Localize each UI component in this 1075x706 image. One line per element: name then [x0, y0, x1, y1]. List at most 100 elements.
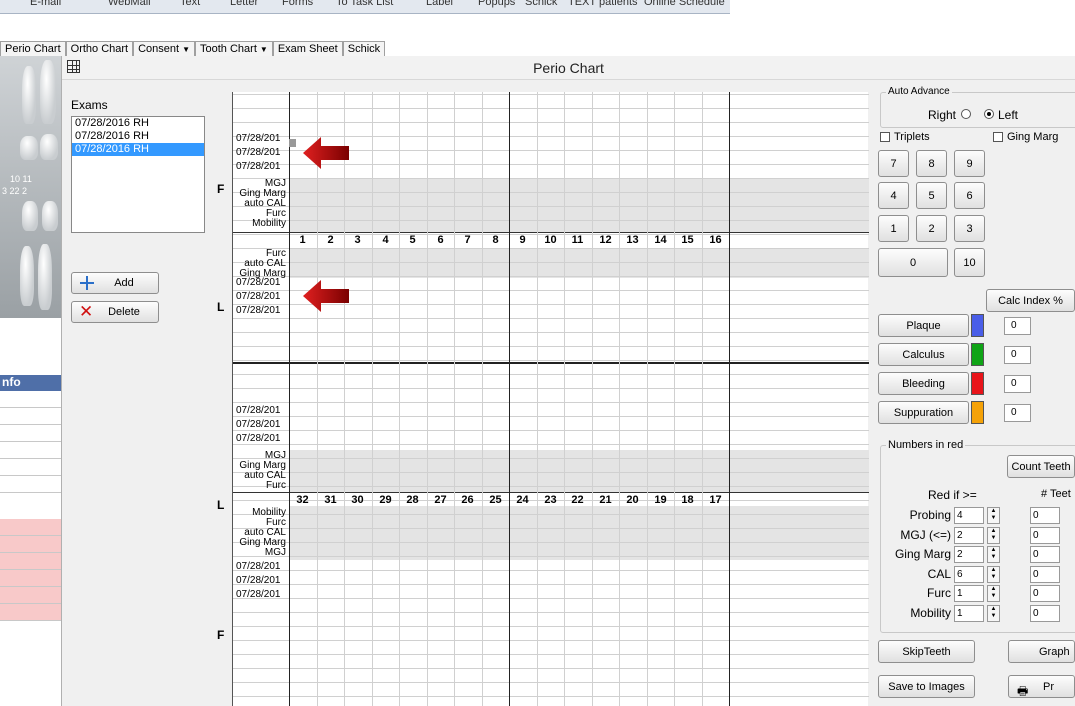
chevron-down-icon: ▼: [182, 45, 191, 54]
teeth-count-value: 0: [1030, 526, 1060, 544]
threshold-input[interactable]: 1: [954, 585, 984, 602]
keypad-button-1[interactable]: 1: [878, 215, 909, 242]
window-title: Perio Chart: [533, 60, 604, 76]
threshold-input[interactable]: 2: [954, 526, 984, 544]
tab-tooth-chart[interactable]: Tooth Chart ▼: [195, 41, 273, 56]
window-titlebar: Perio Chart: [62, 56, 1075, 80]
keypad-button-2[interactable]: 2: [916, 215, 947, 242]
tooth-icon: [20, 136, 38, 160]
left-radio[interactable]: [984, 109, 994, 119]
exam-item[interactable]: 07/28/2016 RH: [72, 130, 204, 143]
tooth-column-line: [564, 92, 565, 706]
count-teeth-button[interactable]: Count Teeth: [1007, 455, 1075, 478]
grid-row-line: [233, 332, 869, 333]
perio-chart-grid[interactable]: 1 2 3 4 5 6 7 8 9 10 11 12 13 14 15 16 32 31 30 29 28 27 26 25 2…: [232, 92, 869, 706]
tab-exam-sheet[interactable]: Exam Sheet: [272, 41, 343, 56]
add-exam-button[interactable]: Add: [71, 272, 159, 294]
index-button-suppuration[interactable]: Suppuration: [878, 401, 969, 424]
delete-exam-button[interactable]: ✕ Delete: [71, 301, 159, 323]
info-row: [0, 391, 61, 408]
tooth-column-line: [344, 92, 345, 706]
toolbar-forms[interactable]: Forms: [282, 0, 313, 8]
exam-item[interactable]: 07/28/2016 RH: [72, 143, 204, 156]
toolbar-online-schedule[interactable]: Online Schedule: [644, 0, 725, 8]
spinner-arrows-icon[interactable]: ▲ ▼: [987, 585, 1000, 602]
index-label: Suppuration: [893, 406, 954, 419]
toolbar-label[interactable]: Label: [426, 0, 453, 8]
ging-marg-checkbox[interactable]: [993, 132, 1003, 142]
grid-row-line: [233, 430, 869, 431]
tooth-column-line: [317, 92, 318, 706]
skip-teeth-button[interactable]: SkipTeeth: [878, 640, 975, 663]
keypad-button-4[interactable]: 4: [878, 182, 909, 209]
exam-date-label: 07/28/201: [236, 419, 281, 430]
spinner-arrows-icon[interactable]: ▲ ▼: [987, 526, 1000, 544]
grid-row-line: [233, 108, 869, 109]
toolbar-email[interactable]: E-mail: [30, 0, 61, 8]
index-button-calculus[interactable]: Calculus: [878, 343, 969, 366]
threshold-input[interactable]: 1: [954, 604, 984, 622]
info-row-alert: [0, 570, 61, 587]
index-button-bleeding[interactable]: Bleeding: [878, 372, 969, 395]
spinner-arrows-icon[interactable]: ▲ ▼: [987, 546, 1000, 563]
toolbar-webmail[interactable]: WebMail: [108, 0, 151, 8]
threshold-label: Furc: [927, 586, 951, 600]
index-color-swatch: [971, 401, 984, 424]
keypad-button-8[interactable]: 8: [916, 150, 947, 177]
tab-label: Ortho Chart: [70, 43, 129, 55]
keypad-label: 8: [928, 157, 935, 170]
calc-index-button[interactable]: Calc Index %: [986, 289, 1075, 312]
grid-row-line: [233, 458, 869, 459]
threshold-input[interactable]: 6: [954, 565, 984, 583]
grid-row-line: [233, 178, 869, 179]
shaded-measurement-band: [289, 178, 869, 232]
toolbar-popups[interactable]: Popups: [478, 0, 515, 8]
toolbar-text[interactable]: Text: [180, 0, 200, 8]
grid-row-line: [233, 682, 869, 683]
threshold-input[interactable]: 2: [954, 546, 984, 563]
keypad-button-10[interactable]: 10: [954, 248, 985, 277]
spinner-arrows-icon[interactable]: ▲ ▼: [987, 604, 1000, 622]
toolbar-text-patients[interactable]: TEXT patients: [568, 0, 638, 8]
grid-row-line: [233, 220, 869, 221]
tab-consent[interactable]: Consent ▼: [133, 41, 196, 56]
tab-perio-chart[interactable]: Perio Chart: [0, 41, 66, 56]
tooth-number: 3: [354, 234, 361, 246]
grid-row-line: [233, 654, 869, 655]
tooth-number: 16: [709, 234, 722, 246]
tooth-icon: [22, 66, 36, 124]
save-to-images-button[interactable]: Save to Images: [878, 675, 975, 698]
triplets-checkbox[interactable]: [880, 132, 890, 142]
keypad-button-6[interactable]: 6: [954, 182, 985, 209]
tab-ortho-chart[interactable]: Ortho Chart: [65, 41, 134, 56]
keypad-button-5[interactable]: 5: [916, 182, 947, 209]
exams-list[interactable]: 07/28/2016 RH 07/28/2016 RH 07/28/2016 RH: [71, 116, 205, 233]
teeth-count-value: 0: [1030, 507, 1060, 524]
tooth-number: 21: [599, 494, 612, 506]
right-radio[interactable]: [961, 109, 971, 119]
spinner-arrows-icon[interactable]: ▲ ▼: [987, 565, 1000, 583]
graph-button[interactable]: Graph: [1008, 640, 1075, 663]
grid-row-line: [233, 444, 869, 445]
keypad-button-7[interactable]: 7: [878, 150, 909, 177]
toolbar-task-list[interactable]: To Task List: [336, 0, 393, 8]
tab-schick[interactable]: Schick: [342, 41, 386, 56]
tooth-column-line: [619, 92, 620, 706]
threshold-input[interactable]: 4: [954, 507, 984, 524]
keypad-button-9[interactable]: 9: [954, 150, 985, 177]
print-button[interactable]: 🖶 Pr: [1008, 675, 1075, 698]
tooth-icon: [20, 246, 34, 306]
exam-item[interactable]: 07/28/2016 RH: [72, 117, 204, 130]
tooth-number: 11: [571, 234, 584, 246]
index-button-plaque[interactable]: Plaque: [878, 314, 969, 337]
toolbar-letter[interactable]: Letter: [230, 0, 258, 8]
keypad-label: 6: [966, 189, 973, 202]
grid-row-line: [233, 262, 869, 263]
ging-marg-checkbox-label: Ging Marg: [1007, 131, 1059, 143]
spinner-arrows-icon[interactable]: ▲ ▼: [987, 507, 1000, 524]
keypad-button-0[interactable]: 0: [878, 248, 948, 277]
index-color-swatch: [971, 343, 984, 366]
tooth-numbers-upper: 10 11: [10, 174, 32, 184]
keypad-button-3[interactable]: 3: [954, 215, 985, 242]
toolbar-schick[interactable]: Schick: [525, 0, 557, 8]
